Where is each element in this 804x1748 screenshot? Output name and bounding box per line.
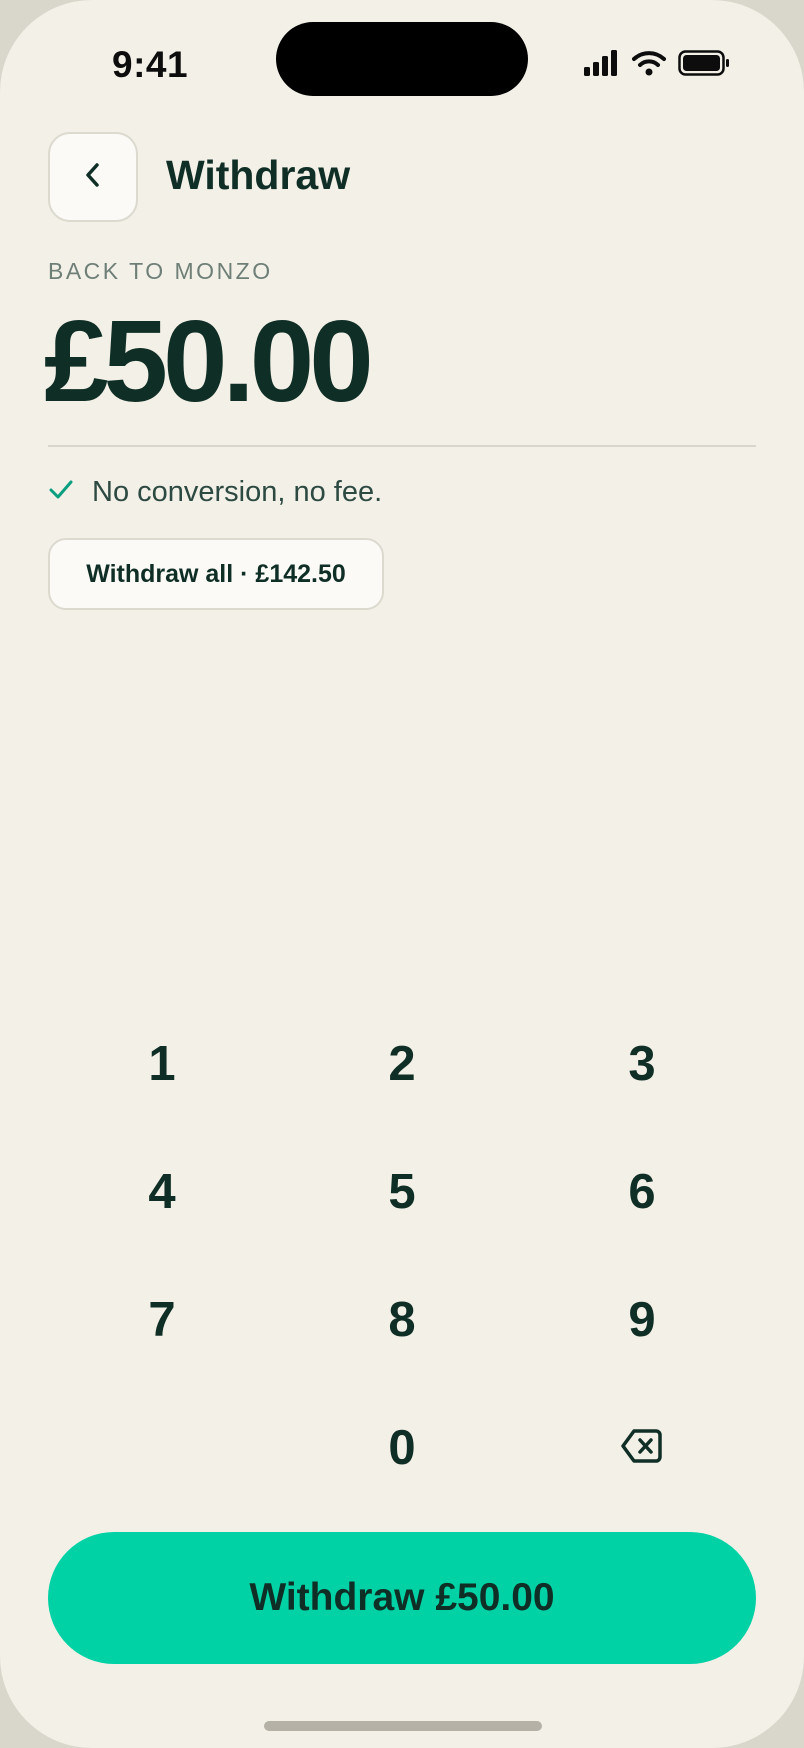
key-1[interactable]: 1 bbox=[42, 1000, 282, 1128]
status-icons bbox=[584, 50, 730, 81]
key-4[interactable]: 4 bbox=[42, 1128, 282, 1256]
withdraw-all-button[interactable]: Withdraw all · £142.50 bbox=[48, 538, 384, 610]
destination-label: BACK TO MONZO bbox=[48, 258, 273, 284]
backspace-key[interactable] bbox=[522, 1384, 762, 1512]
battery-icon bbox=[678, 50, 730, 81]
key-7[interactable]: 7 bbox=[42, 1256, 282, 1384]
numeric-keypad: 1 2 3 4 5 6 7 8 9 0 bbox=[42, 1000, 762, 1512]
key-0[interactable]: 0 bbox=[282, 1384, 522, 1512]
chevron-left-icon bbox=[81, 159, 105, 196]
phone-screen: 9:41 Withdraw BACK TO MONZO £50.00 No co… bbox=[0, 0, 804, 1748]
key-8[interactable]: 8 bbox=[282, 1256, 522, 1384]
back-button[interactable] bbox=[48, 132, 138, 222]
cellular-signal-icon bbox=[584, 50, 620, 81]
status-time: 9:41 bbox=[112, 44, 189, 85]
page-title: Withdraw bbox=[166, 152, 351, 198]
home-indicator[interactable] bbox=[264, 1721, 542, 1731]
key-9[interactable]: 9 bbox=[522, 1256, 762, 1384]
backspace-icon bbox=[621, 1420, 663, 1476]
key-empty bbox=[42, 1384, 282, 1512]
fee-note-text: No conversion, no fee. bbox=[92, 476, 383, 508]
fee-note: No conversion, no fee. bbox=[48, 476, 382, 509]
check-icon bbox=[48, 477, 74, 508]
dynamic-island bbox=[276, 22, 528, 96]
key-6[interactable]: 6 bbox=[522, 1128, 762, 1256]
divider bbox=[48, 445, 756, 447]
withdraw-confirm-button[interactable]: Withdraw £50.00 bbox=[48, 1532, 756, 1664]
key-3[interactable]: 3 bbox=[522, 1000, 762, 1128]
key-2[interactable]: 2 bbox=[282, 1000, 522, 1128]
key-5[interactable]: 5 bbox=[282, 1128, 522, 1256]
wifi-icon bbox=[632, 50, 666, 81]
amount-display: £50.00 bbox=[44, 296, 374, 426]
